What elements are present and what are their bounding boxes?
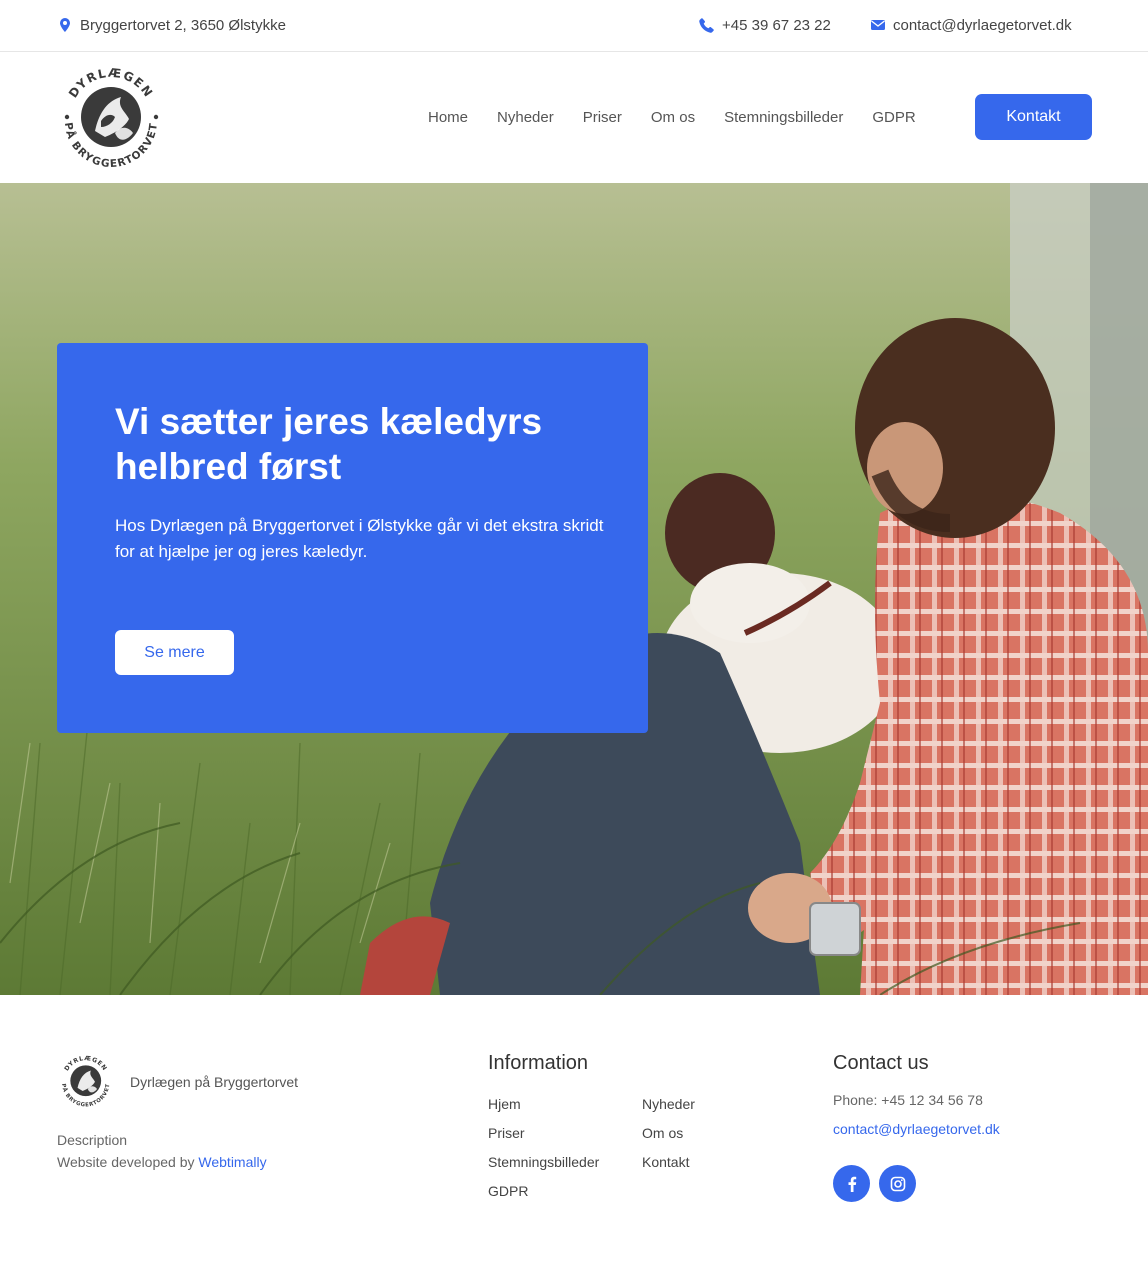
nav-nyheder[interactable]: Nyheder [497,109,554,126]
nav-om-os[interactable]: Om os [651,109,695,126]
footer-link-hjem[interactable]: Hjem [488,1096,521,1112]
site-footer: DYRLÆGEN PÅ BRYGGERTORVET Dyrlægen på Br… [0,995,1148,1264]
hero-text: Hos Dyrlægen på Bryggertorvet i Ølstykke… [115,516,604,561]
facebook-button[interactable] [833,1165,870,1202]
footer-email-link[interactable]: contact@dyrlaegetorvet.dk [833,1121,1000,1137]
footer-link-kontakt[interactable]: Kontakt [642,1154,689,1170]
footer-description: Description [57,1132,128,1148]
footer-link-nyheder[interactable]: Nyheder [642,1096,695,1112]
se-mere-button[interactable]: Se mere [115,630,234,675]
kontakt-button[interactable]: Kontakt [975,94,1092,140]
footer-developed-by: Website developed by Webtimally [57,1154,267,1170]
site-header: DYRLÆGEN PÅ BRYGGERTORVET Home Nyheder P… [0,52,1148,183]
hero-section: Vi sætter jeres kæledyrs helbred først H… [0,183,1148,995]
email-info[interactable]: contact@dyrlaegetorvet.dk [870,0,1072,50]
hero-card: Vi sætter jeres kæledyrs helbred først H… [57,343,648,733]
webtimally-link[interactable]: Webtimally [198,1154,266,1170]
nav-stemningsbilleder[interactable]: Stemningsbilleder [724,109,843,126]
envelope-icon [871,20,885,30]
footer-phone: Phone: +45 12 34 56 78 [833,1092,983,1108]
address-info: Bryggertorvet 2, 3650 Ølstykke [57,0,286,50]
instagram-icon [890,1176,905,1191]
developed-prefix: Website developed by [57,1154,199,1170]
footer-link-stemningsbilleder[interactable]: Stemningsbilleder [488,1154,599,1170]
nav-home[interactable]: Home [428,109,468,126]
hero-title: Vi sætter jeres kæledyrs helbred først [115,401,543,487]
information-heading: Information [488,1052,589,1074]
address-text: Bryggertorvet 2, 3650 Ølstykke [80,16,286,34]
contact-heading: Contact us [833,1052,929,1074]
phone-text: +45 39 67 23 22 [722,16,831,34]
main-nav: Home Nyheder Priser Om os Stemningsbille… [428,52,945,183]
footer-link-om-os[interactable]: Om os [642,1125,683,1141]
nav-gdpr[interactable]: GDPR [872,109,915,126]
site-logo[interactable]: DYRLÆGEN PÅ BRYGGERTORVET [55,61,168,174]
footer-link-priser[interactable]: Priser [488,1125,525,1141]
facebook-icon [848,1176,856,1192]
email-text: contact@dyrlaegetorvet.dk [893,16,1072,34]
phone-info[interactable]: +45 39 67 23 22 [699,0,831,50]
footer-link-gdpr[interactable]: GDPR [488,1183,528,1199]
instagram-button[interactable] [879,1165,916,1202]
footer-brand: Dyrlægen på Bryggertorvet [130,1074,299,1090]
map-pin-icon [60,18,70,32]
nav-priser[interactable]: Priser [583,109,622,126]
top-info-bar: Bryggertorvet 2, 3650 Ølstykke +45 39 67… [0,0,1148,52]
footer-logo[interactable]: DYRLÆGEN PÅ BRYGGERTORVET [57,1052,115,1110]
phone-icon [699,18,714,33]
